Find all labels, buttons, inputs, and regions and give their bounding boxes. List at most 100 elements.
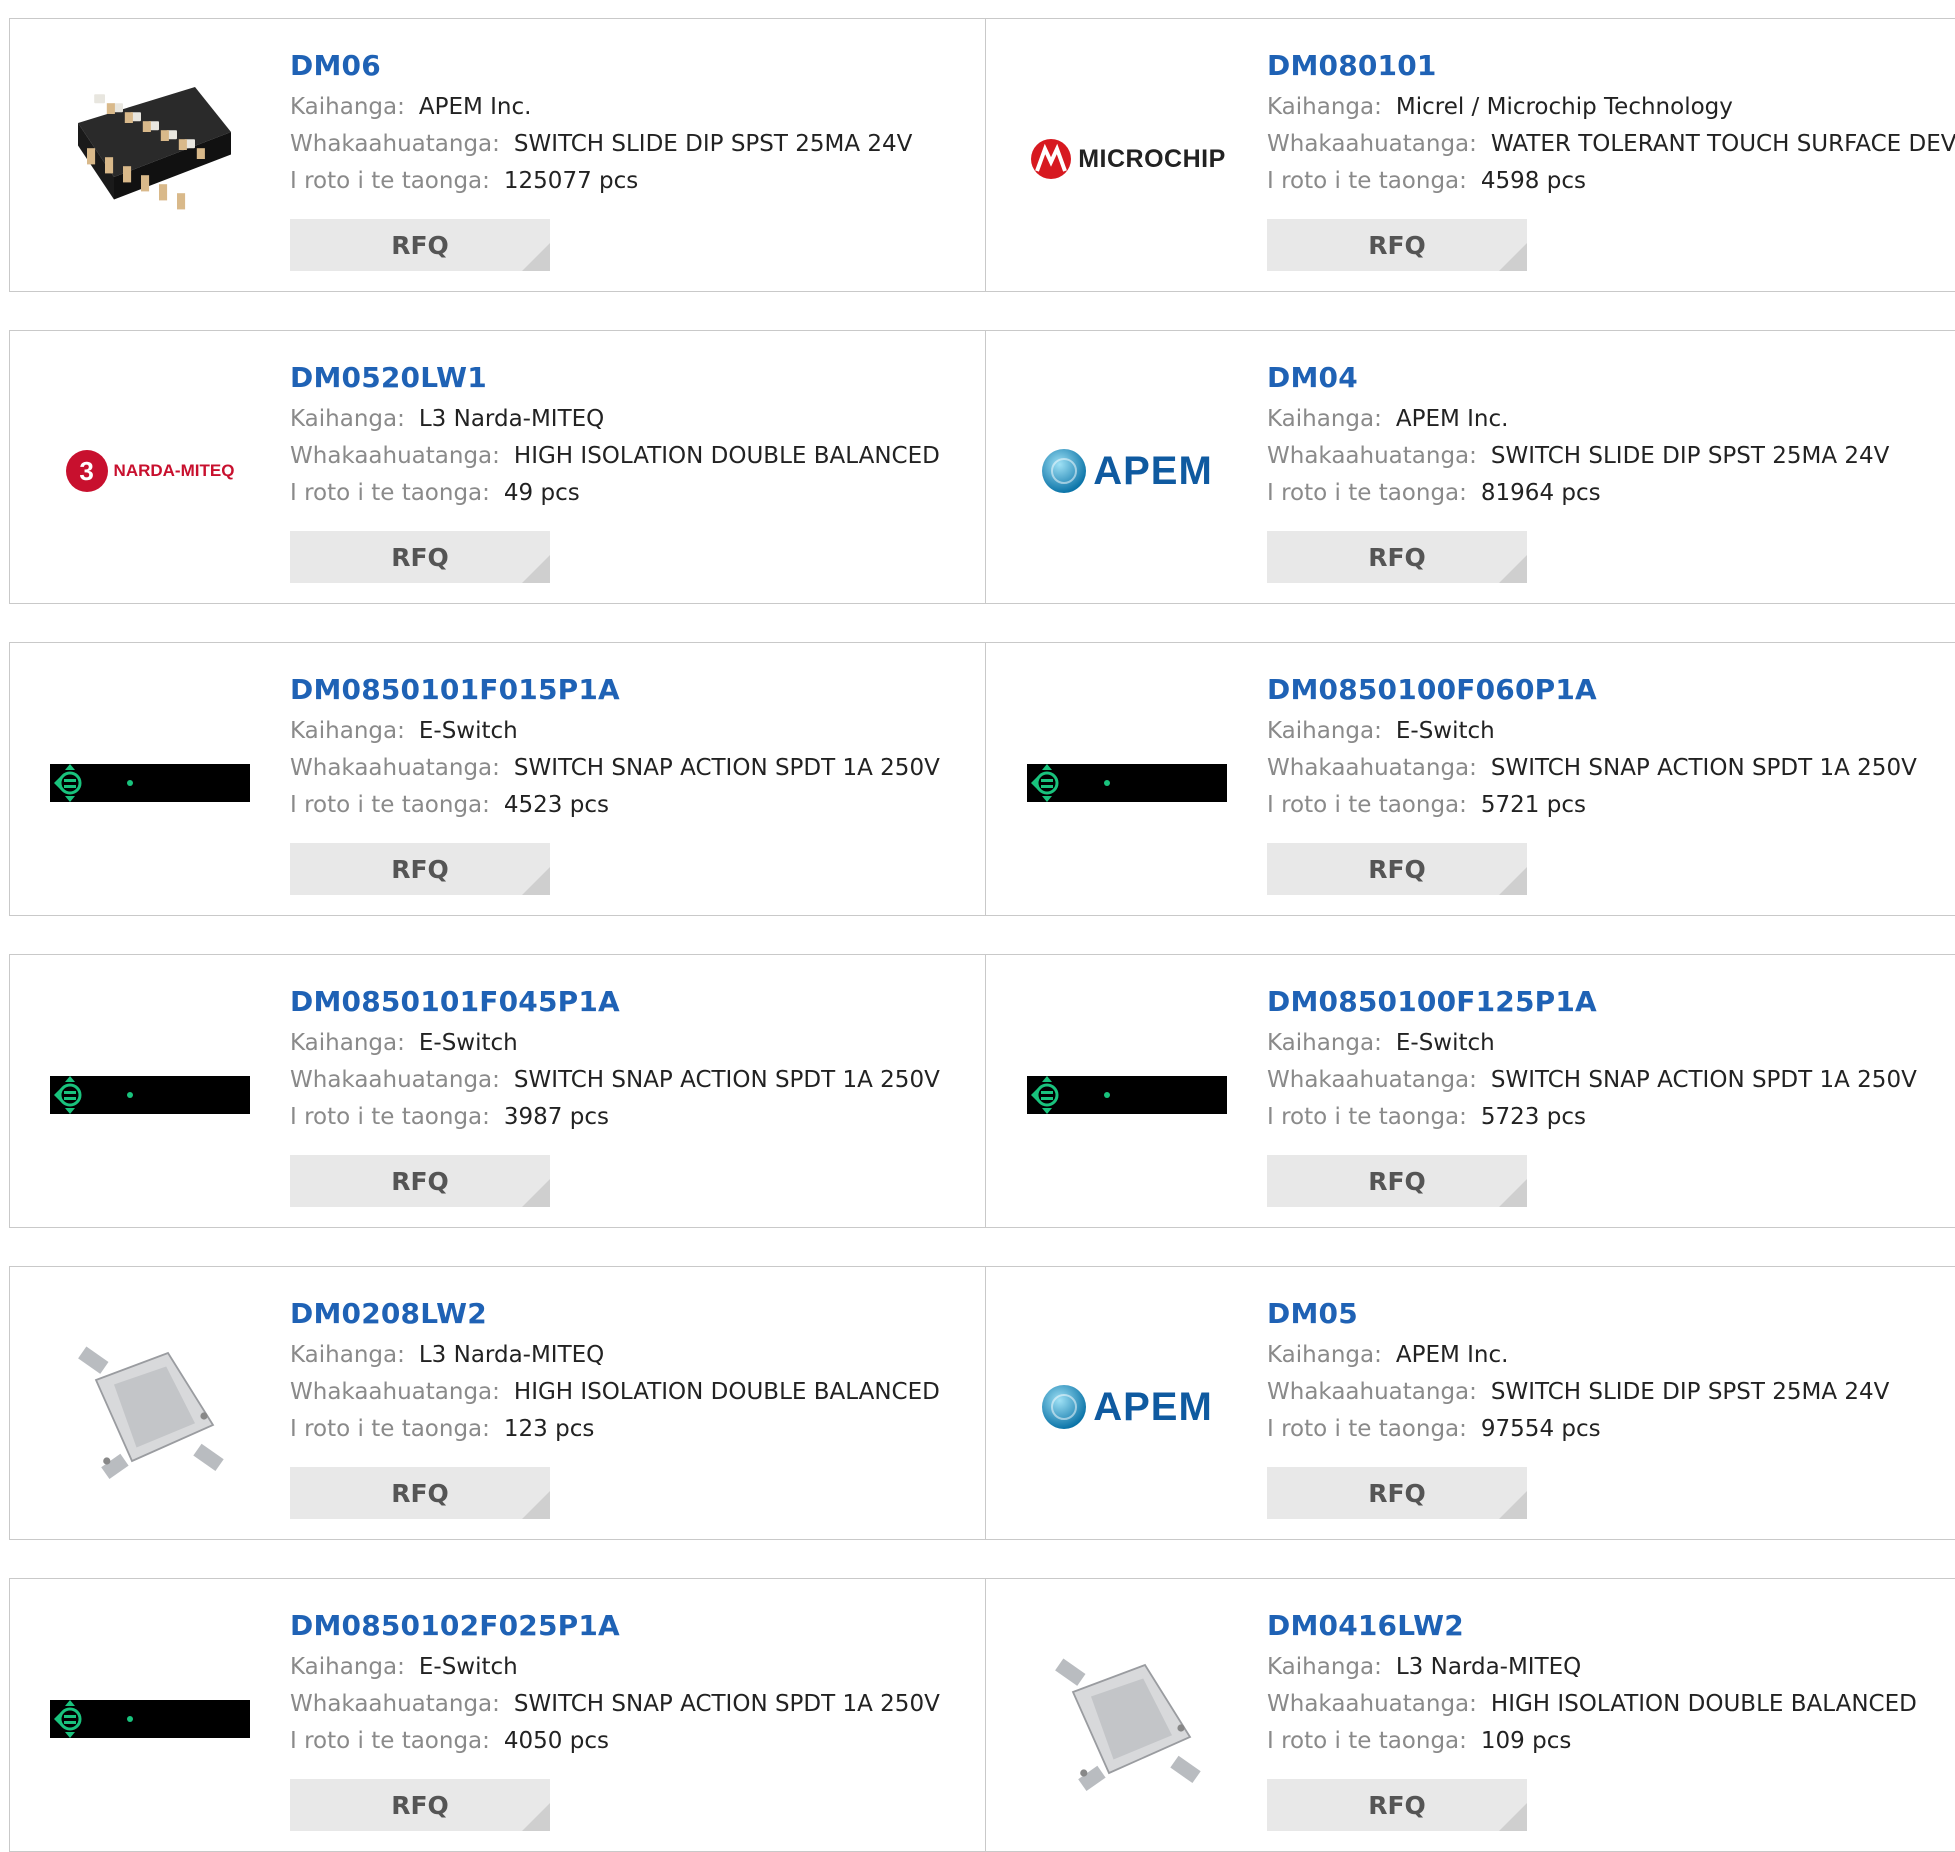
- product-name-link[interactable]: DM0850101F045P1A: [290, 983, 940, 1025]
- rfq-button[interactable]: RFQ: [290, 1155, 550, 1207]
- rfq-button[interactable]: RFQ: [1267, 1779, 1527, 1831]
- stock-value: 125077 pcs: [503, 168, 639, 194]
- corner-triangle-icon: [522, 1491, 550, 1519]
- manufacturer-value: E-Switch: [418, 1030, 518, 1056]
- rfq-button[interactable]: RFQ: [290, 219, 550, 271]
- product-name-link[interactable]: DM080101: [1267, 47, 1955, 89]
- rfq-button[interactable]: RFQ: [290, 1467, 550, 1519]
- product-info: DM05 Kaihanga: APEM Inc. Whakaahuatanga: S…: [1267, 1295, 1889, 1448]
- description-value: HIGH ISOLATION DOUBLE BALANCED: [1490, 1691, 1917, 1717]
- product-image[interactable]: [50, 683, 250, 883]
- stock-value: 49 pcs: [503, 480, 580, 506]
- product-image[interactable]: [50, 1619, 250, 1819]
- product-row: 3 NARDA-MITEQ DM0520LW1 Kaihanga: L3 Nard…: [9, 330, 1955, 604]
- stock-line: I roto i te taonga: 5723 pcs: [1267, 1099, 1917, 1136]
- manufacturer-value: E-Switch: [1395, 1030, 1495, 1056]
- rfq-button[interactable]: RFQ: [1267, 531, 1527, 583]
- product-name-link[interactable]: DM06: [290, 47, 912, 89]
- product-image[interactable]: [1027, 683, 1227, 883]
- product-image[interactable]: [1027, 1619, 1227, 1819]
- product-name-link[interactable]: DM04: [1267, 359, 1889, 401]
- rfq-button-label: RFQ: [391, 542, 449, 572]
- manufacturer-value: L3 Narda-MITEQ: [1395, 1654, 1582, 1680]
- rfq-button[interactable]: RFQ: [1267, 1155, 1527, 1207]
- description-line: Whakaahuatanga: SWITCH SNAP ACTION SPDT 1…: [290, 750, 940, 787]
- stock-label: I roto i te taonga:: [290, 792, 490, 818]
- rfq-button[interactable]: RFQ: [290, 843, 550, 895]
- description-line: Whakaahuatanga: SWITCH SLIDE DIP SPST 25M…: [1267, 438, 1889, 475]
- stock-label: I roto i te taonga:: [290, 1104, 490, 1130]
- manufacturer-value: APEM Inc.: [418, 94, 532, 120]
- product-image[interactable]: 3 NARDA-MITEQ: [50, 371, 250, 571]
- manufacturer-line: Kaihanga: APEM Inc.: [1267, 401, 1889, 438]
- rfq-button-label: RFQ: [391, 230, 449, 260]
- product-name-link[interactable]: DM0208LW2: [290, 1295, 940, 1337]
- apem-globe-icon: [1042, 449, 1087, 493]
- description-value: SWITCH SLIDE DIP SPST 25MA 24V: [513, 131, 913, 157]
- description-line: Whakaahuatanga: SWITCH SNAP ACTION SPDT 1…: [290, 1686, 940, 1723]
- e-switch-mark-icon: [54, 764, 133, 802]
- stock-value: 4598 pcs: [1480, 168, 1586, 194]
- stock-value: 81964 pcs: [1480, 480, 1601, 506]
- description-value: SWITCH SNAP ACTION SPDT 1A 250V: [513, 755, 940, 781]
- product-card: DM0850102F025P1A Kaihanga: E-Switch Whaka…: [10, 1579, 986, 1851]
- manufacturer-value: L3 Narda-MITEQ: [418, 1342, 605, 1368]
- manufacturer-label: Kaihanga:: [1267, 1654, 1382, 1680]
- product-info: DM0416LW2 Kaihanga: L3 Narda-MITEQ Whakaa…: [1267, 1607, 1917, 1760]
- description-label: Whakaahuatanga:: [290, 755, 500, 781]
- product-image[interactable]: [50, 995, 250, 1195]
- rfq-button[interactable]: RFQ: [1267, 1467, 1527, 1519]
- manufacturer-line: Kaihanga: L3 Narda-MITEQ: [290, 401, 940, 438]
- apem-logo-text: APEM: [1093, 1384, 1213, 1429]
- product-name-link[interactable]: DM0850102F025P1A: [290, 1607, 940, 1649]
- manufacturer-line: Kaihanga: APEM Inc.: [1267, 1337, 1889, 1374]
- product-name-link[interactable]: DM0850101F015P1A: [290, 671, 940, 713]
- e-switch-mark-icon: [1031, 764, 1110, 802]
- product-image[interactable]: APEM: [1027, 371, 1227, 571]
- corner-triangle-icon: [522, 243, 550, 271]
- e-switch-mark-icon: [54, 1076, 133, 1114]
- description-value: HIGH ISOLATION DOUBLE BALANCED: [513, 1379, 940, 1405]
- stock-label: I roto i te taonga:: [1267, 792, 1467, 818]
- manufacturer-line: Kaihanga: Micrel / Microchip Technology: [1267, 89, 1955, 126]
- e-switch-mark-icon: [1031, 1076, 1110, 1114]
- stock-value: 97554 pcs: [1480, 1416, 1601, 1442]
- description-label: Whakaahuatanga:: [290, 1691, 500, 1717]
- e-switch-mark-icon: [54, 1700, 133, 1738]
- rfq-button-label: RFQ: [1368, 1478, 1426, 1508]
- product-image[interactable]: [50, 59, 250, 259]
- manufacturer-line: Kaihanga: E-Switch: [290, 713, 940, 750]
- product-name-link[interactable]: DM0416LW2: [1267, 1607, 1917, 1649]
- product-name-link[interactable]: DM0850100F060P1A: [1267, 671, 1917, 713]
- rfq-button[interactable]: RFQ: [290, 531, 550, 583]
- product-name-link[interactable]: DM0520LW1: [290, 359, 940, 401]
- product-image[interactable]: APEM: [1027, 1307, 1227, 1507]
- product-image[interactable]: [1027, 995, 1227, 1195]
- corner-triangle-icon: [522, 555, 550, 583]
- product-row: DM0850101F015P1A Kaihanga: E-Switch Whaka…: [9, 642, 1955, 916]
- product-name-link[interactable]: DM05: [1267, 1295, 1889, 1337]
- product-card: MICROCHIP DM080101 Kaihanga: Micrel / Mic…: [987, 19, 1955, 291]
- manufacturer-line: Kaihanga: L3 Narda-MITEQ: [1267, 1649, 1917, 1686]
- rfq-button[interactable]: RFQ: [1267, 219, 1527, 271]
- product-image[interactable]: [50, 1307, 250, 1507]
- product-card: DM0850100F125P1A Kaihanga: E-Switch Whaka…: [987, 955, 1955, 1227]
- manufacturer-value: E-Switch: [418, 1654, 518, 1680]
- apem-logo: APEM: [1041, 448, 1213, 494]
- description-label: Whakaahuatanga:: [290, 1379, 500, 1405]
- manufacturer-value: Micrel / Microchip Technology: [1395, 94, 1733, 120]
- stock-line: I roto i te taonga: 49 pcs: [290, 475, 940, 512]
- dip-switch-image: [78, 87, 231, 210]
- description-value: SWITCH SNAP ACTION SPDT 1A 250V: [1490, 755, 1917, 781]
- product-name-link[interactable]: DM0850100F125P1A: [1267, 983, 1917, 1025]
- product-info: DM0850101F045P1A Kaihanga: E-Switch Whaka…: [290, 983, 940, 1136]
- rfq-button[interactable]: RFQ: [290, 1779, 550, 1831]
- description-label: Whakaahuatanga:: [1267, 131, 1477, 157]
- manufacturer-label: Kaihanga:: [290, 1342, 405, 1368]
- rfq-button-label: RFQ: [1368, 542, 1426, 572]
- rfq-button[interactable]: RFQ: [1267, 843, 1527, 895]
- corner-triangle-icon: [522, 1179, 550, 1207]
- stock-line: I roto i te taonga: 123 pcs: [290, 1411, 940, 1448]
- product-image[interactable]: MICROCHIP: [1027, 59, 1227, 259]
- stock-value: 109 pcs: [1480, 1728, 1572, 1754]
